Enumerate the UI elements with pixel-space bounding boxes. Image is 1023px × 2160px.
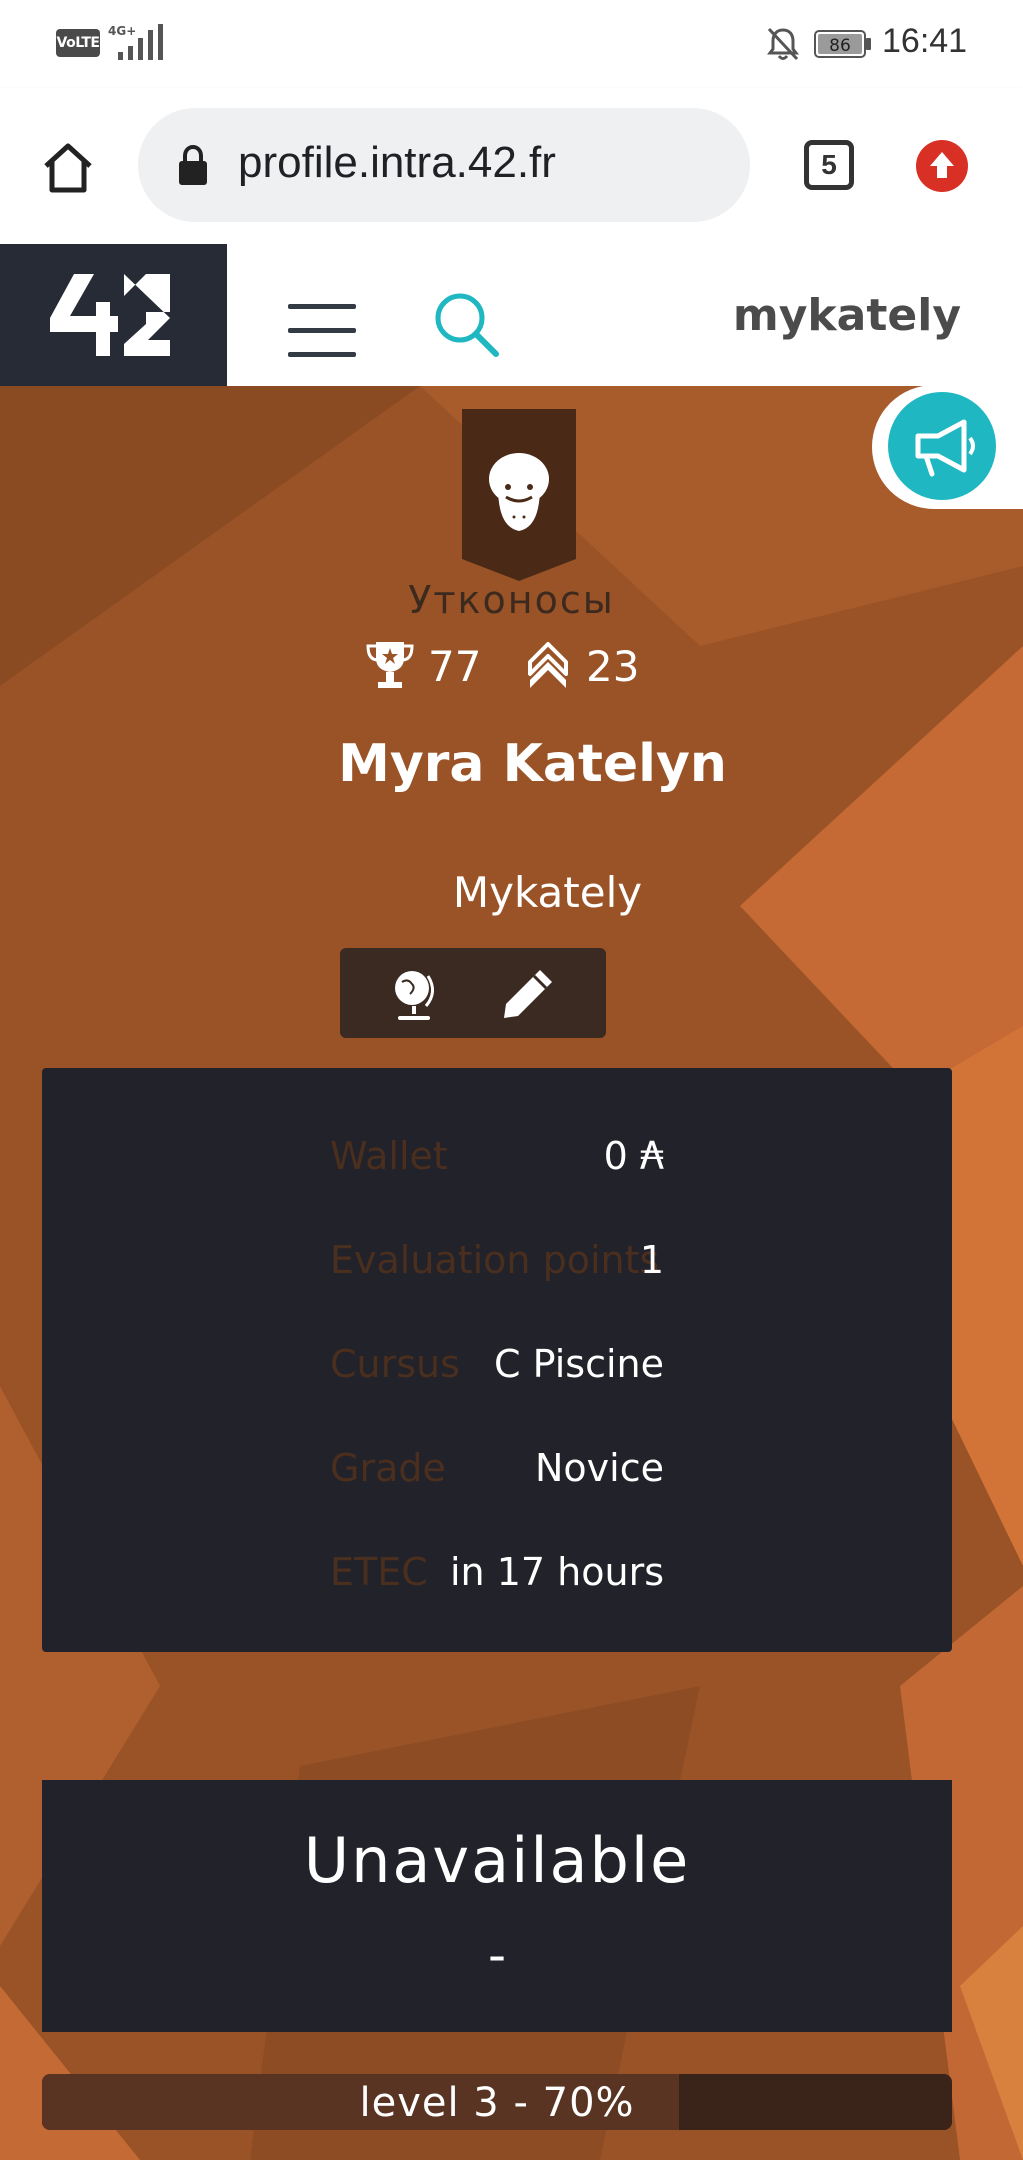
info-value: 1: [639, 1238, 664, 1282]
logo-42-icon: [50, 274, 170, 356]
info-label: Evaluation points: [330, 1238, 660, 1282]
clock: 16:41: [882, 22, 968, 60]
globe-icon[interactable]: [388, 966, 440, 1022]
coalition-name: Утконосы: [408, 578, 615, 622]
coalition-banner: [462, 409, 576, 581]
info-row-grade: Grade Novice: [42, 1446, 952, 1506]
network-type-label: 4G+: [108, 24, 136, 38]
battery-level: 86: [829, 36, 851, 56]
url-text[interactable]: profile.intra.42.fr: [238, 138, 556, 188]
level-label: level 3 - 70%: [359, 2080, 635, 2126]
pencil-edit-icon[interactable]: [500, 966, 556, 1022]
rank-chevron-icon: [528, 642, 568, 688]
header-username[interactable]: mykately: [733, 290, 961, 341]
user-info-panel: Wallet 0 ₳ Evaluation points 1 Cursus C …: [42, 1068, 952, 1652]
megaphone-icon: [915, 419, 975, 477]
volte-badge: VoLTE: [56, 29, 100, 57]
menu-line: [288, 304, 356, 309]
location-status: Unavailable: [303, 1824, 691, 1897]
menu-line: [288, 328, 356, 333]
site-header: mykately: [0, 244, 1023, 386]
location-detail: -: [487, 1926, 507, 1984]
info-label: ETEC: [330, 1550, 428, 1594]
bell-off-icon: [767, 27, 799, 61]
lock-icon: [179, 144, 207, 185]
profile-actions: [340, 948, 606, 1038]
info-value: 0 ₳: [603, 1134, 664, 1178]
battery-icon: 86: [814, 30, 871, 58]
logo-42[interactable]: [0, 244, 227, 386]
info-value[interactable]: C Piscine: [494, 1342, 664, 1386]
browser-toolbar: profile.intra.42.fr 5: [0, 88, 1023, 244]
announcements-button[interactable]: [888, 392, 996, 500]
trophy-icon: [366, 642, 414, 688]
menu-line: [288, 352, 356, 357]
level-progress-bar: level 3 - 70%: [42, 2074, 952, 2130]
info-value: in 17 hours: [450, 1550, 664, 1594]
profile-login: Mykately: [452, 868, 643, 917]
info-row-evaluation-points: Evaluation points 1: [42, 1238, 952, 1298]
profile-full-name: Myra Katelyn: [338, 734, 727, 794]
coalition-rank: 23: [586, 642, 640, 691]
coalition-score: 77: [428, 642, 482, 691]
menu-button[interactable]: [288, 304, 356, 358]
info-label: Cursus: [330, 1342, 460, 1386]
info-row-cursus[interactable]: Cursus C Piscine: [42, 1342, 952, 1402]
arrow-up-icon: [930, 152, 954, 178]
home-icon[interactable]: [38, 138, 98, 198]
info-row-wallet: Wallet 0 ₳: [42, 1134, 952, 1194]
info-label: Grade: [330, 1446, 446, 1490]
info-value: Novice: [535, 1446, 664, 1490]
status-bar: VoLTE 4G+ 86 16:41: [0, 0, 1023, 88]
address-bar[interactable]: profile.intra.42.fr: [138, 108, 750, 222]
update-button[interactable]: [916, 140, 968, 192]
tab-switcher-button[interactable]: 5: [804, 140, 854, 190]
info-label: Wallet: [330, 1134, 448, 1178]
location-panel: Unavailable -: [42, 1780, 952, 2032]
search-icon[interactable]: [428, 286, 504, 362]
info-row-etec: ETEC in 17 hours: [42, 1550, 952, 1610]
signal-strength-icon: 4G+: [108, 24, 163, 60]
